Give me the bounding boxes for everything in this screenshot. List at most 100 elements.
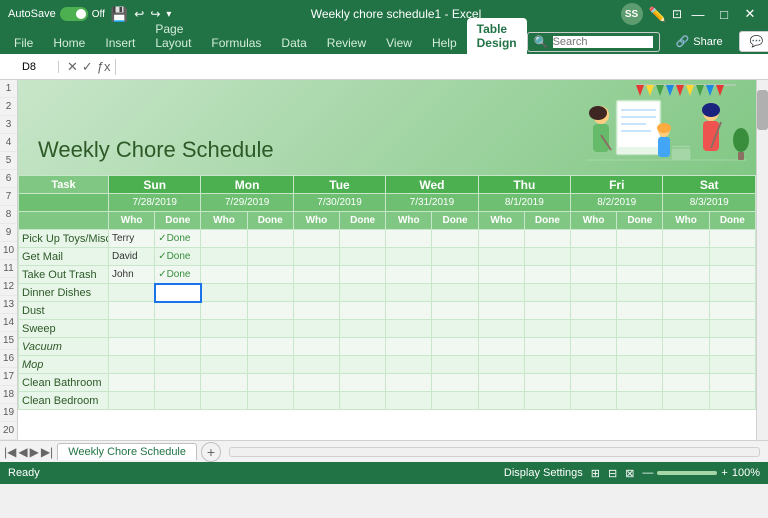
done-cell[interactable]: [155, 392, 201, 410]
empty-cell[interactable]: [709, 248, 755, 266]
vertical-scrollbar[interactable]: [756, 80, 768, 440]
empty-cell[interactable]: [432, 338, 478, 356]
empty-cell[interactable]: [386, 248, 432, 266]
task-name-cell[interactable]: Take Out Trash: [19, 266, 109, 284]
who-cell[interactable]: [109, 392, 155, 410]
empty-cell[interactable]: [432, 356, 478, 374]
empty-cell[interactable]: [201, 266, 247, 284]
who-cell[interactable]: David: [109, 248, 155, 266]
task-name-cell[interactable]: Sweep: [19, 320, 109, 338]
done-cell[interactable]: [155, 284, 201, 302]
empty-cell[interactable]: [432, 302, 478, 320]
who-cell[interactable]: Terry: [109, 230, 155, 248]
empty-cell[interactable]: [571, 356, 617, 374]
empty-cell[interactable]: [524, 320, 570, 338]
empty-cell[interactable]: [201, 302, 247, 320]
restore-icon[interactable]: ⊡: [672, 7, 682, 21]
empty-cell[interactable]: [571, 266, 617, 284]
save-icon[interactable]: 💾: [111, 6, 128, 23]
empty-cell[interactable]: [386, 320, 432, 338]
empty-cell[interactable]: [663, 374, 709, 392]
empty-cell[interactable]: [293, 356, 339, 374]
empty-cell[interactable]: [201, 230, 247, 248]
empty-cell[interactable]: [386, 284, 432, 302]
done-cell[interactable]: [155, 302, 201, 320]
empty-cell[interactable]: [340, 356, 386, 374]
empty-cell[interactable]: [524, 374, 570, 392]
empty-cell[interactable]: [247, 266, 293, 284]
empty-cell[interactable]: [524, 338, 570, 356]
empty-cell[interactable]: [201, 338, 247, 356]
done-cell[interactable]: ✓Done: [155, 266, 201, 284]
empty-cell[interactable]: [201, 284, 247, 302]
insert-function-icon[interactable]: ƒx: [97, 59, 111, 75]
empty-cell[interactable]: [293, 284, 339, 302]
empty-cell[interactable]: [663, 338, 709, 356]
empty-cell[interactable]: [524, 266, 570, 284]
done-cell[interactable]: [155, 338, 201, 356]
empty-cell[interactable]: [247, 338, 293, 356]
tab-data[interactable]: Data: [271, 32, 316, 54]
cancel-formula-icon[interactable]: ✕: [67, 59, 78, 75]
empty-cell[interactable]: [340, 284, 386, 302]
empty-cell[interactable]: [478, 374, 524, 392]
empty-cell[interactable]: [524, 356, 570, 374]
empty-cell[interactable]: [293, 266, 339, 284]
empty-cell[interactable]: [571, 302, 617, 320]
done-cell[interactable]: [155, 320, 201, 338]
empty-cell[interactable]: [663, 284, 709, 302]
zoom-slider[interactable]: [657, 471, 717, 475]
empty-cell[interactable]: [247, 248, 293, 266]
empty-cell[interactable]: [386, 266, 432, 284]
empty-cell[interactable]: [293, 302, 339, 320]
add-sheet-button[interactable]: +: [201, 442, 221, 462]
empty-cell[interactable]: [293, 374, 339, 392]
empty-cell[interactable]: [617, 248, 663, 266]
empty-cell[interactable]: [571, 230, 617, 248]
confirm-formula-icon[interactable]: ✓: [82, 59, 93, 75]
empty-cell[interactable]: [432, 266, 478, 284]
first-tab-icon[interactable]: |◀: [4, 445, 16, 459]
empty-cell[interactable]: [524, 392, 570, 410]
search-input[interactable]: [553, 36, 653, 48]
who-cell[interactable]: [109, 356, 155, 374]
who-cell[interactable]: [109, 284, 155, 302]
who-cell[interactable]: [109, 374, 155, 392]
view-layout-icon[interactable]: ⊟: [608, 467, 617, 480]
empty-cell[interactable]: [617, 338, 663, 356]
empty-cell[interactable]: [617, 356, 663, 374]
horizontal-scrollbar[interactable]: [229, 447, 760, 457]
empty-cell[interactable]: [432, 374, 478, 392]
pen-icon[interactable]: ✏️: [649, 6, 666, 23]
zoom-control[interactable]: — + 100%: [642, 467, 760, 479]
empty-cell[interactable]: [478, 392, 524, 410]
prev-tab-icon[interactable]: ◀: [18, 445, 27, 459]
empty-cell[interactable]: [709, 284, 755, 302]
empty-cell[interactable]: [340, 248, 386, 266]
zoom-out-icon[interactable]: —: [642, 467, 653, 479]
task-name-cell[interactable]: Dinner Dishes: [19, 284, 109, 302]
view-normal-icon[interactable]: ⊞: [591, 467, 600, 480]
empty-cell[interactable]: [663, 230, 709, 248]
task-name-cell[interactable]: Pick Up Toys/Misc: [19, 230, 109, 248]
autosave-toggle[interactable]: [60, 7, 88, 21]
empty-cell[interactable]: [386, 230, 432, 248]
empty-cell[interactable]: [340, 392, 386, 410]
empty-cell[interactable]: [201, 320, 247, 338]
empty-cell[interactable]: [617, 374, 663, 392]
empty-cell[interactable]: [617, 284, 663, 302]
empty-cell[interactable]: [709, 302, 755, 320]
display-settings[interactable]: Display Settings: [504, 467, 583, 479]
task-name-cell[interactable]: Clean Bedroom: [19, 392, 109, 410]
user-avatar[interactable]: SS: [621, 3, 643, 25]
empty-cell[interactable]: [432, 284, 478, 302]
empty-cell[interactable]: [432, 230, 478, 248]
empty-cell[interactable]: [571, 374, 617, 392]
empty-cell[interactable]: [571, 392, 617, 410]
empty-cell[interactable]: [293, 338, 339, 356]
tab-home[interactable]: Home: [43, 32, 95, 54]
empty-cell[interactable]: [709, 266, 755, 284]
empty-cell[interactable]: [478, 266, 524, 284]
empty-cell[interactable]: [617, 392, 663, 410]
who-cell[interactable]: John: [109, 266, 155, 284]
